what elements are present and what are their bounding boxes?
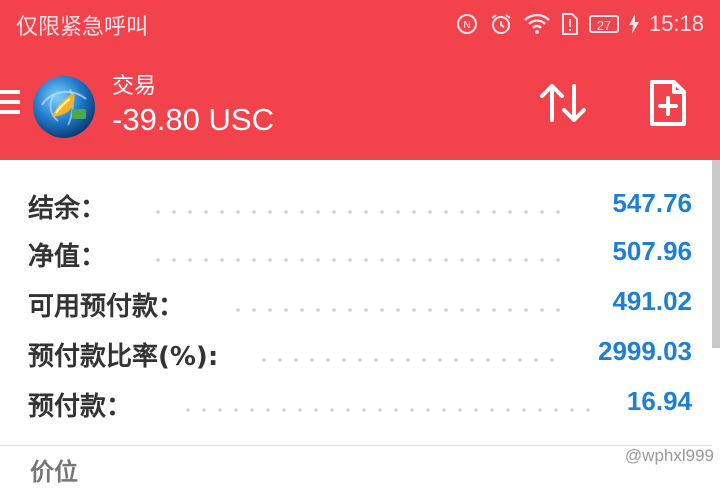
status-bar: 仅限紧急呼叫 N 27 15:18 <box>0 0 720 48</box>
row-value: 491.02 <box>612 286 692 316</box>
carrier-text: 仅限紧急呼叫 <box>16 15 149 40</box>
charging-icon <box>628 14 639 34</box>
watermark: @wphxl999 <box>624 446 714 465</box>
dot-leader <box>150 210 572 214</box>
app-bar: 交易 -39.80 USC <box>0 48 720 160</box>
clock: 15:18 <box>648 11 704 36</box>
menu-icon[interactable] <box>0 90 20 118</box>
margin-row: 预付款： 16.94 <box>0 378 712 426</box>
free-margin-row: 可用预付款： 491.02 <box>0 278 712 326</box>
wifi-icon <box>523 12 551 36</box>
dot-leader <box>256 358 562 362</box>
dot-leader <box>150 258 572 262</box>
row-value: 16.94 <box>626 386 692 416</box>
add-document-icon <box>650 80 686 126</box>
row-label: 可用预付款： <box>28 292 185 322</box>
dot-leader <box>180 408 600 412</box>
row-label: 结余： <box>28 194 107 224</box>
balance-row: 结余： 547.76 <box>0 180 712 228</box>
equity-row: 净值： 507.96 <box>0 228 712 276</box>
battery-icon: 27 <box>588 15 619 33</box>
sim-alert-icon <box>561 12 579 36</box>
row-label: 预付款比率(%): <box>28 342 219 372</box>
sort-button[interactable] <box>538 80 588 126</box>
status-icons: N 27 15:18 <box>455 9 704 39</box>
dot-leader <box>230 308 572 312</box>
new-order-button[interactable] <box>648 78 688 128</box>
row-value: 507.96 <box>612 236 692 266</box>
scrollbar[interactable] <box>712 160 720 348</box>
row-value: 547.76 <box>612 188 692 218</box>
price-section-header: 价位 <box>30 458 78 486</box>
svg-text:N: N <box>463 20 470 31</box>
page-title: 交易 <box>112 74 157 99</box>
alarm-icon <box>489 12 513 36</box>
profit-value: -39.80 USC <box>112 102 274 137</box>
margin-level-row: 预付款比率(%): 2999.03 <box>0 328 712 376</box>
sort-arrows-icon <box>540 84 586 122</box>
row-value: 2999.03 <box>598 336 692 366</box>
metatrader-logo[interactable] <box>32 75 96 139</box>
row-label: 净值： <box>28 242 107 272</box>
nfc-icon: N <box>455 12 479 36</box>
section-divider <box>0 445 712 446</box>
row-label: 预付款： <box>28 392 133 422</box>
